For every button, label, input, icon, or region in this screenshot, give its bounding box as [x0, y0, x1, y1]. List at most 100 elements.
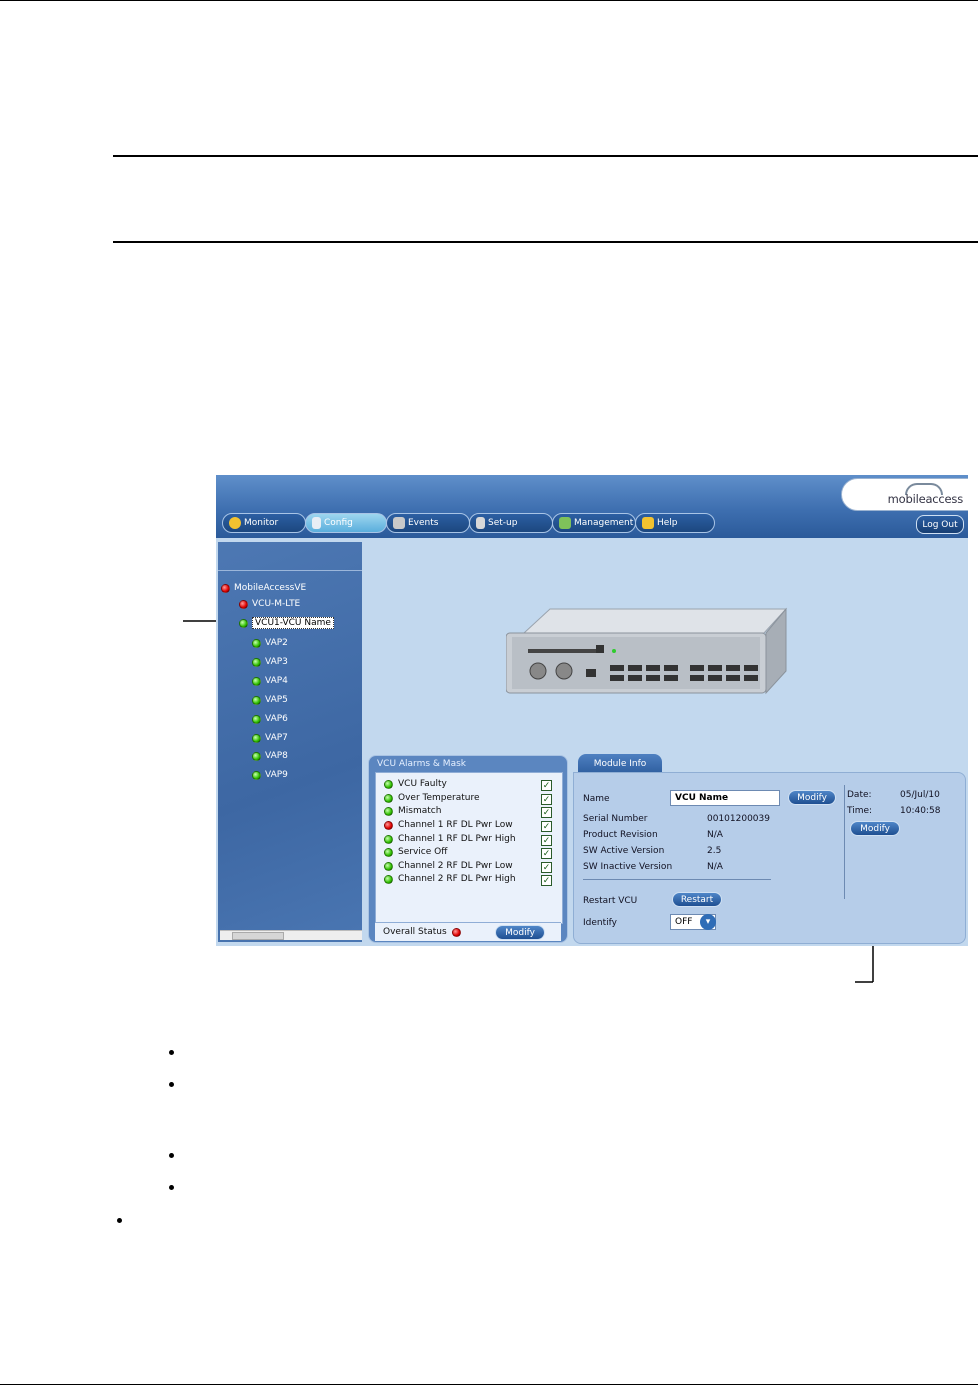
product-revision-value: N/A [707, 830, 723, 840]
status-led-green-icon [252, 657, 261, 667]
mask-checkbox[interactable]: ✓ [541, 794, 552, 805]
date-value: 05/Jul/10 [900, 790, 940, 800]
overall-status-bar: Overall Status Modify [375, 922, 561, 941]
tree-item-vap6[interactable]: VAP6 [252, 714, 288, 724]
device-tree: MobileAccessVE VCU-M-LTE VCU1-VCU Name V… [218, 542, 362, 942]
tree-item-vap2[interactable]: VAP2 [252, 638, 288, 648]
overall-status: Overall Status [383, 927, 461, 937]
tree-item-vcu-m-lte[interactable]: VCU-M-LTE [239, 599, 300, 609]
mask-checkbox[interactable]: ✓ [541, 848, 552, 859]
status-led-red-icon [451, 927, 461, 937]
status-led-green-icon [252, 714, 261, 724]
tab-events[interactable]: Events [386, 513, 470, 533]
alarm-item: VCU Faulty [384, 779, 447, 789]
date-label: Date: [847, 790, 872, 800]
section-rule-lower [113, 241, 978, 243]
top-page-rule [0, 0, 978, 1]
status-led-green-icon [252, 770, 261, 780]
tab-setup[interactable]: Set-up [469, 513, 553, 533]
status-led-red-icon [384, 820, 393, 830]
restart-vcu-label: Restart VCU [583, 896, 638, 906]
status-led-green-icon [384, 793, 393, 803]
tab-monitor[interactable]: Monitor [222, 513, 306, 533]
alarm-item: Channel 2 RF DL Pwr High [384, 874, 516, 884]
alarm-item: Service Off [384, 847, 447, 857]
tree-horizontal-scrollbar[interactable] [220, 930, 362, 940]
time-value: 10:40:58 [900, 806, 941, 816]
tab-module-info[interactable]: Module Info [578, 754, 662, 774]
list-bullet [117, 1218, 122, 1223]
status-led-green-icon [384, 874, 393, 884]
status-led-green-icon [384, 806, 393, 816]
identify-select[interactable]: OFF ▾ [670, 914, 716, 930]
identify-label: Identify [583, 918, 617, 928]
tree-item-vap4[interactable]: VAP4 [252, 676, 288, 686]
tree-item-vap3[interactable]: VAP3 [252, 657, 288, 667]
mask-checkbox[interactable]: ✓ [541, 780, 552, 791]
sw-inactive-label: SW Inactive Version [583, 862, 673, 872]
status-led-green-icon [252, 733, 261, 743]
mask-checkbox[interactable]: ✓ [541, 835, 552, 846]
tree-header [218, 542, 362, 571]
product-revision-label: Product Revision [583, 830, 658, 840]
alarm-item: Channel 1 RF DL Pwr High [384, 834, 516, 844]
mobileaccess-logo: mobileaccess [841, 478, 968, 511]
wrench-icon [312, 517, 321, 529]
name-field[interactable]: VCU Name [670, 790, 780, 806]
datetime-modify-button[interactable]: Modify [850, 821, 900, 836]
status-led-green-icon [384, 779, 393, 789]
mask-checkbox[interactable]: ✓ [541, 875, 552, 886]
name-modify-button[interactable]: Modify [788, 790, 836, 805]
monitor-icon [229, 517, 241, 529]
tab-management[interactable]: Management [552, 513, 636, 533]
info-divider [583, 879, 771, 880]
status-led-green-icon [252, 638, 261, 648]
help-icon [642, 517, 654, 529]
status-led-green-icon [252, 751, 261, 761]
time-label: Time: [847, 806, 873, 816]
list-bullet [169, 1185, 174, 1190]
bottom-page-rule [0, 1384, 978, 1385]
app-header: mobileaccess Monitor Config Events Set-u… [216, 475, 968, 538]
alarms-panel-title: VCU Alarms & Mask [377, 759, 466, 769]
logout-button[interactable]: Log Out [916, 515, 964, 534]
tab-config[interactable]: Config [305, 513, 387, 533]
status-led-green-icon [239, 618, 248, 628]
status-led-green-icon [384, 834, 393, 844]
status-led-red-icon [221, 583, 230, 593]
scrollbar-thumb[interactable] [232, 932, 284, 940]
status-led-red-icon [239, 599, 248, 609]
management-icon [559, 517, 571, 529]
mobileaccess-app-window: mobileaccess Monitor Config Events Set-u… [216, 475, 968, 946]
tree-item-vap8[interactable]: VAP8 [252, 751, 288, 761]
tree-item-vap9[interactable]: VAP9 [252, 770, 288, 780]
status-led-green-icon [384, 861, 393, 871]
alarm-item: Mismatch [384, 806, 441, 816]
tree-item-vap7[interactable]: VAP7 [252, 733, 288, 743]
list-bullet [169, 1082, 174, 1087]
mask-checkbox[interactable]: ✓ [541, 807, 552, 818]
events-icon [393, 517, 405, 529]
vertical-divider [844, 785, 845, 899]
sw-active-label: SW Active Version [583, 846, 665, 856]
alarms-modify-button[interactable]: Modify [495, 925, 545, 940]
vcu-device-image [506, 607, 788, 695]
vcu-alarms-panel: VCU Alarms & Mask VCU Faulty ✓ Over Temp… [368, 755, 568, 943]
restart-button[interactable]: Restart [672, 892, 722, 907]
sw-active-value: 2.5 [707, 846, 722, 856]
list-bullet [169, 1050, 174, 1055]
mask-checkbox[interactable]: ✓ [541, 862, 552, 873]
name-label: Name [583, 794, 610, 804]
chevron-down-icon[interactable]: ▾ [700, 914, 716, 930]
tab-help[interactable]: Help [635, 513, 715, 533]
serial-number-label: Serial Number [583, 814, 648, 824]
section-rule-upper [113, 155, 978, 157]
tree-item-vap5[interactable]: VAP5 [252, 695, 288, 705]
alarm-item: Channel 1 RF DL Pwr Low [384, 820, 513, 830]
tree-item-vcu1[interactable]: VCU1-VCU Name [239, 617, 334, 629]
serial-number-value: 00101200039 [707, 814, 770, 824]
tree-item-root[interactable]: MobileAccessVE [221, 583, 306, 593]
module-info-panel: Name VCU Name Modify Serial Number 00101… [573, 772, 966, 944]
sw-inactive-value: N/A [707, 862, 723, 872]
mask-checkbox[interactable]: ✓ [541, 821, 552, 832]
